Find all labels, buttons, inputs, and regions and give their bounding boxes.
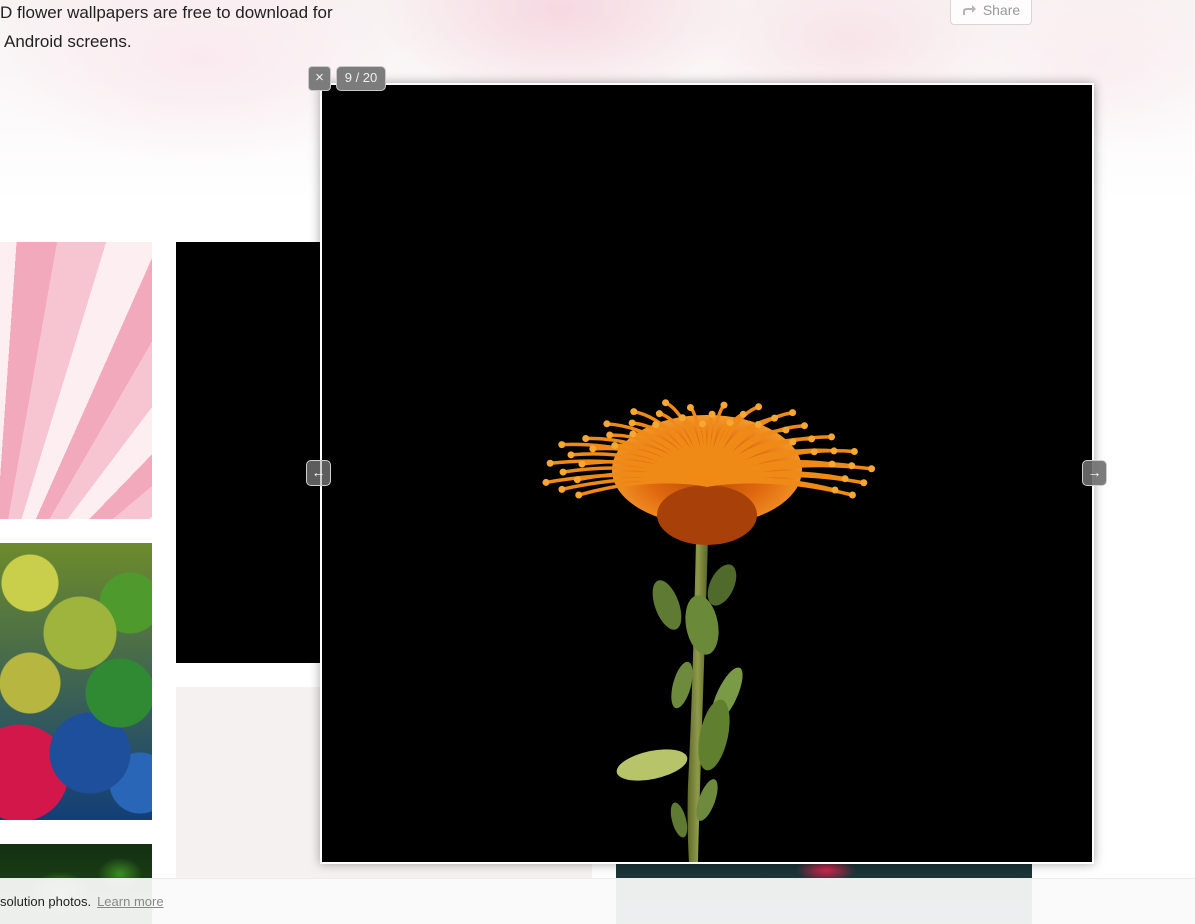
protea-filament-tip: [831, 486, 839, 494]
protea-filament-tip: [726, 418, 734, 426]
protea-filament-tip: [789, 438, 797, 446]
lightbox-close-button[interactable]: ×: [308, 66, 331, 91]
protea-filament-tip: [720, 401, 728, 409]
protea-filament-tip: [558, 441, 566, 449]
protea-filament-tip: [603, 420, 611, 428]
protea-filament-tip: [628, 419, 636, 427]
protea-filament-tip: [629, 430, 637, 438]
protea-filament-tip: [578, 460, 586, 468]
protea-filament-tip: [755, 403, 763, 411]
protea-filament-tip: [810, 448, 818, 456]
protea-filament-tip: [575, 491, 583, 499]
protea-filament-tip: [841, 475, 849, 483]
protea-filament-tip: [606, 431, 614, 439]
gallery-thumbnail-flower-carpet[interactable]: [0, 543, 152, 820]
protea-filament-tip: [662, 399, 670, 407]
protea-filament-tip: [686, 404, 694, 412]
protea-filament-tip: [828, 460, 836, 468]
protea-filament-tip: [655, 410, 663, 418]
share-button[interactable]: Share: [950, 0, 1032, 25]
intro-text-line-2: Android screens.: [4, 32, 132, 51]
protea-filament-tip: [708, 410, 716, 418]
protea-filament-tip: [559, 468, 567, 476]
protea-filament-tip: [800, 422, 808, 430]
protea-filament-tip: [860, 479, 868, 487]
cookie-notice: solution photos. Learn more: [0, 878, 1195, 924]
protea-filament-tip: [611, 442, 619, 450]
protea-filament-tip: [830, 447, 838, 455]
protea-filament-tip: [567, 451, 575, 459]
protea-filament-tip: [848, 491, 856, 499]
lightbox-next-button[interactable]: →: [1082, 460, 1107, 486]
learn-more-link[interactable]: Learn more: [97, 894, 163, 909]
gallery-thumbnail-dahlia[interactable]: [0, 242, 152, 519]
protea-photo: [322, 85, 1092, 862]
intro-text-line-1: D flower wallpapers are free to download…: [0, 3, 333, 22]
protea-filament-tip: [652, 421, 660, 429]
protea-filament-tip: [546, 459, 554, 467]
share-button-label: Share: [982, 1, 1021, 18]
protea-filament-tip: [678, 414, 686, 422]
protea-filament-tip: [739, 410, 747, 418]
lightbox-counter: 9 / 20: [336, 66, 386, 91]
protea-filament-tip: [558, 485, 566, 493]
protea-filament-tip: [582, 434, 590, 442]
share-icon: [962, 5, 976, 15]
protea-filament-tip: [808, 435, 816, 443]
protea-filament-tip: [699, 420, 707, 428]
protea-filament-tip: [630, 408, 638, 416]
protea-filament-tip: [850, 447, 858, 455]
protea-filament-tip: [754, 421, 762, 429]
protea-filament-tip: [771, 414, 779, 422]
cookie-notice-text: solution photos.: [0, 894, 92, 909]
protea-filament-tip: [782, 426, 790, 434]
protea-filament-tip: [589, 445, 597, 453]
lightbox-image: [320, 83, 1094, 864]
protea-filament-tip: [542, 478, 550, 486]
protea-filament-tip: [573, 476, 581, 484]
protea-filament-tip: [828, 433, 836, 441]
protea-filament-tip: [789, 409, 797, 417]
lightbox-prev-button[interactable]: ←: [306, 460, 331, 486]
protea-filament-tip: [848, 462, 856, 470]
protea-filament-tip: [868, 465, 876, 473]
